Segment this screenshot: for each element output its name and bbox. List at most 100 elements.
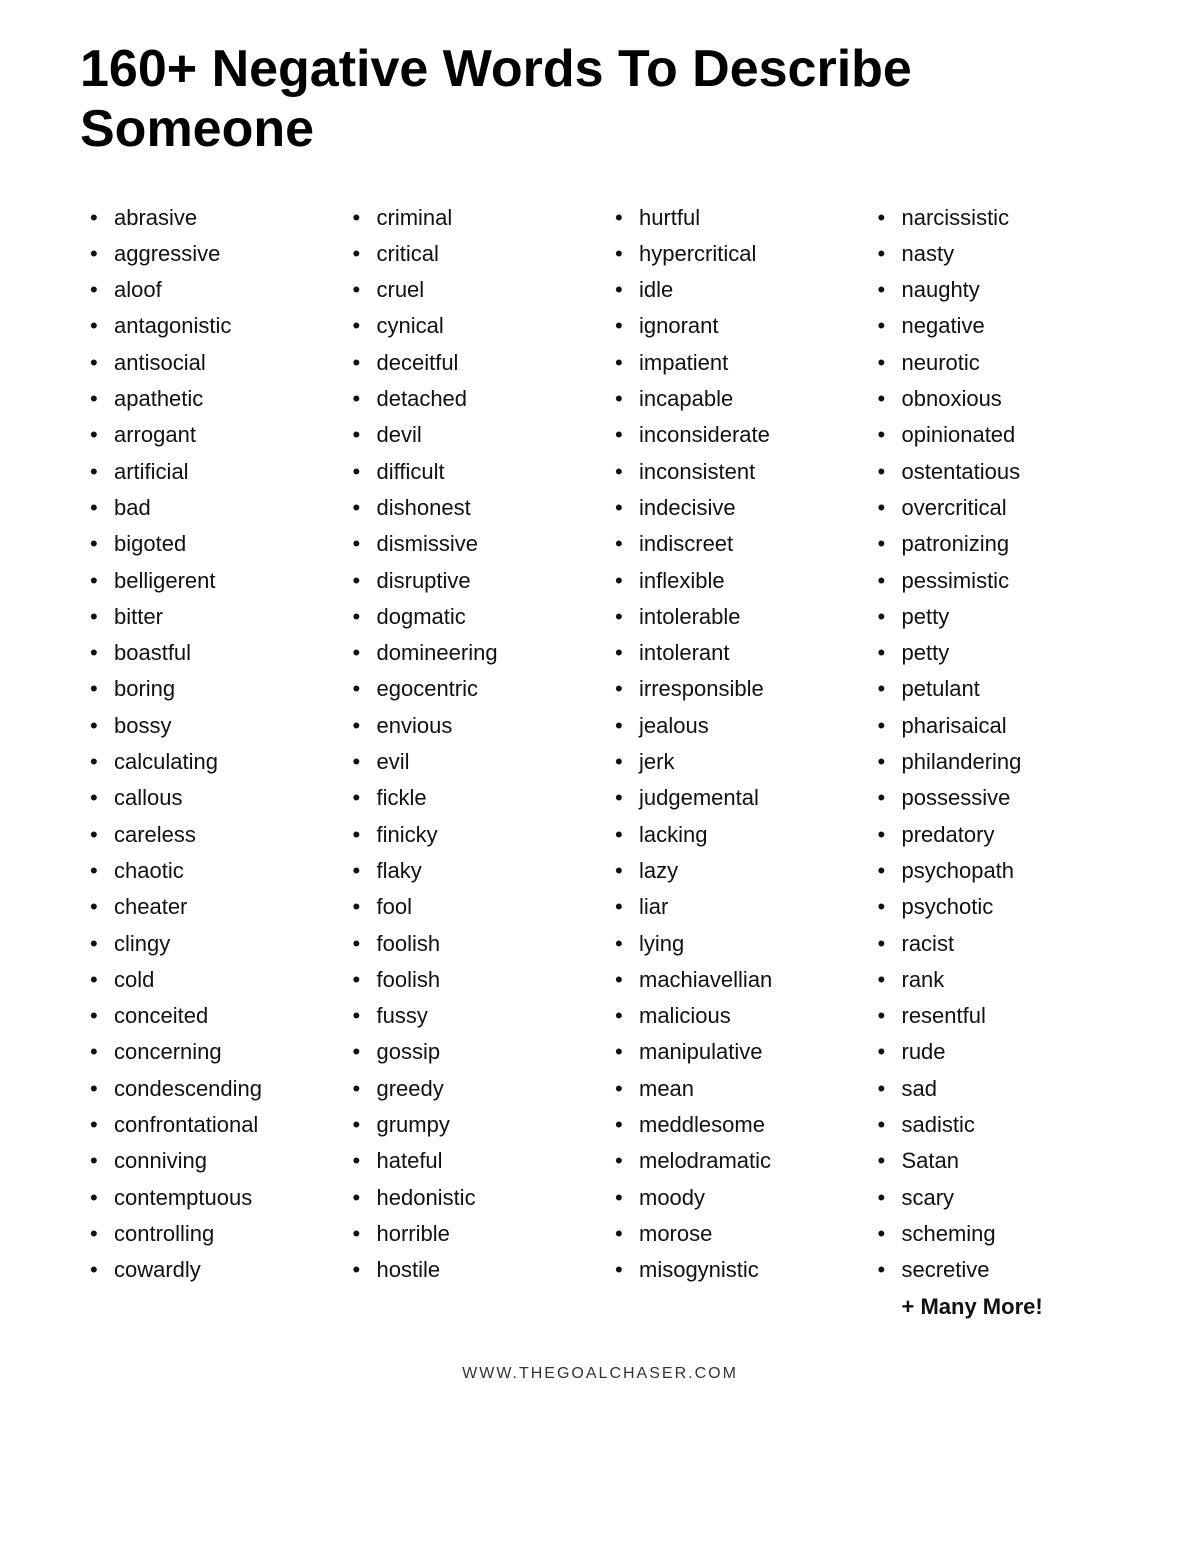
list-item: deceitful bbox=[353, 345, 586, 381]
list-item: horrible bbox=[353, 1216, 586, 1252]
list-item: negative bbox=[878, 308, 1111, 344]
list-item: hurtful bbox=[615, 200, 848, 236]
list-item: detached bbox=[353, 381, 586, 417]
list-item: psychopath bbox=[878, 853, 1111, 889]
list-item: clingy bbox=[90, 926, 323, 962]
list-item: chaotic bbox=[90, 853, 323, 889]
list-item: arrogant bbox=[90, 417, 323, 453]
word-columns: abrasiveaggressivealoofantagonisticantis… bbox=[80, 200, 1120, 1325]
list-item: psychotic bbox=[878, 889, 1111, 925]
list-item: boastful bbox=[90, 635, 323, 671]
word-list-4: narcissisticnastynaughtynegativeneurotic… bbox=[878, 200, 1111, 1289]
list-item: artificial bbox=[90, 454, 323, 490]
list-item: apathetic bbox=[90, 381, 323, 417]
list-item: rude bbox=[878, 1034, 1111, 1070]
list-item: neurotic bbox=[878, 345, 1111, 381]
column-4: narcissisticnastynaughtynegativeneurotic… bbox=[868, 200, 1121, 1325]
column-1: abrasiveaggressivealoofantagonisticantis… bbox=[80, 200, 333, 1289]
list-item: lacking bbox=[615, 817, 848, 853]
list-item: possessive bbox=[878, 780, 1111, 816]
list-item: hedonistic bbox=[353, 1180, 586, 1216]
list-item: sadistic bbox=[878, 1107, 1111, 1143]
list-item: petty bbox=[878, 635, 1111, 671]
list-item: petulant bbox=[878, 671, 1111, 707]
list-item: inconsistent bbox=[615, 454, 848, 490]
list-item: conceited bbox=[90, 998, 323, 1034]
list-item: sad bbox=[878, 1071, 1111, 1107]
column-3: hurtfulhypercriticalidleignorantimpatien… bbox=[605, 200, 858, 1289]
list-item: cruel bbox=[353, 272, 586, 308]
list-item: calculating bbox=[90, 744, 323, 780]
list-item: bad bbox=[90, 490, 323, 526]
word-list-3: hurtfulhypercriticalidleignorantimpatien… bbox=[615, 200, 848, 1289]
list-item: melodramatic bbox=[615, 1143, 848, 1179]
word-list-2: criminalcriticalcruelcynicaldeceitfuldet… bbox=[353, 200, 586, 1289]
list-item: intolerant bbox=[615, 635, 848, 671]
list-item: cowardly bbox=[90, 1252, 323, 1288]
list-item: narcissistic bbox=[878, 200, 1111, 236]
list-item: disruptive bbox=[353, 563, 586, 599]
list-item: manipulative bbox=[615, 1034, 848, 1070]
list-item: cheater bbox=[90, 889, 323, 925]
list-item: abrasive bbox=[90, 200, 323, 236]
list-item: confrontational bbox=[90, 1107, 323, 1143]
list-item: conniving bbox=[90, 1143, 323, 1179]
list-item: machiavellian bbox=[615, 962, 848, 998]
list-item: moody bbox=[615, 1180, 848, 1216]
list-item: petty bbox=[878, 599, 1111, 635]
list-item: foolish bbox=[353, 926, 586, 962]
list-item: opinionated bbox=[878, 417, 1111, 453]
list-item: hypercritical bbox=[615, 236, 848, 272]
list-item: belligerent bbox=[90, 563, 323, 599]
list-item: greedy bbox=[353, 1071, 586, 1107]
list-item: fussy bbox=[353, 998, 586, 1034]
list-item: inflexible bbox=[615, 563, 848, 599]
list-item: dismissive bbox=[353, 526, 586, 562]
list-item: difficult bbox=[353, 454, 586, 490]
list-item: lazy bbox=[615, 853, 848, 889]
list-item: Satan bbox=[878, 1143, 1111, 1179]
list-item: ignorant bbox=[615, 308, 848, 344]
list-item: concerning bbox=[90, 1034, 323, 1070]
list-item: fool bbox=[353, 889, 586, 925]
list-item: indiscreet bbox=[615, 526, 848, 562]
list-item: indecisive bbox=[615, 490, 848, 526]
list-item: careless bbox=[90, 817, 323, 853]
list-item: misogynistic bbox=[615, 1252, 848, 1288]
list-item: critical bbox=[353, 236, 586, 272]
word-list-1: abrasiveaggressivealoofantagonisticantis… bbox=[90, 200, 323, 1289]
list-item: philandering bbox=[878, 744, 1111, 780]
list-item: overcritical bbox=[878, 490, 1111, 526]
list-item: bigoted bbox=[90, 526, 323, 562]
list-item: condescending bbox=[90, 1071, 323, 1107]
list-item: nasty bbox=[878, 236, 1111, 272]
list-item: evil bbox=[353, 744, 586, 780]
list-item: hateful bbox=[353, 1143, 586, 1179]
list-item: impatient bbox=[615, 345, 848, 381]
list-item: gossip bbox=[353, 1034, 586, 1070]
list-item: patronizing bbox=[878, 526, 1111, 562]
list-item: antagonistic bbox=[90, 308, 323, 344]
list-item: meddlesome bbox=[615, 1107, 848, 1143]
list-item: fickle bbox=[353, 780, 586, 816]
list-item: cold bbox=[90, 962, 323, 998]
list-item: devil bbox=[353, 417, 586, 453]
list-item: criminal bbox=[353, 200, 586, 236]
list-item: scary bbox=[878, 1180, 1111, 1216]
list-item: boring bbox=[90, 671, 323, 707]
list-item: flaky bbox=[353, 853, 586, 889]
list-item: finicky bbox=[353, 817, 586, 853]
list-item: ostentatious bbox=[878, 454, 1111, 490]
list-item: pessimistic bbox=[878, 563, 1111, 599]
list-item: racist bbox=[878, 926, 1111, 962]
list-item: secretive bbox=[878, 1252, 1111, 1288]
list-item: irresponsible bbox=[615, 671, 848, 707]
list-item: controlling bbox=[90, 1216, 323, 1252]
list-item: inconsiderate bbox=[615, 417, 848, 453]
list-item: dogmatic bbox=[353, 599, 586, 635]
list-item: mean bbox=[615, 1071, 848, 1107]
list-item: bossy bbox=[90, 708, 323, 744]
column-2: criminalcriticalcruelcynicaldeceitfuldet… bbox=[343, 200, 596, 1289]
list-item: judgemental bbox=[615, 780, 848, 816]
list-item: idle bbox=[615, 272, 848, 308]
